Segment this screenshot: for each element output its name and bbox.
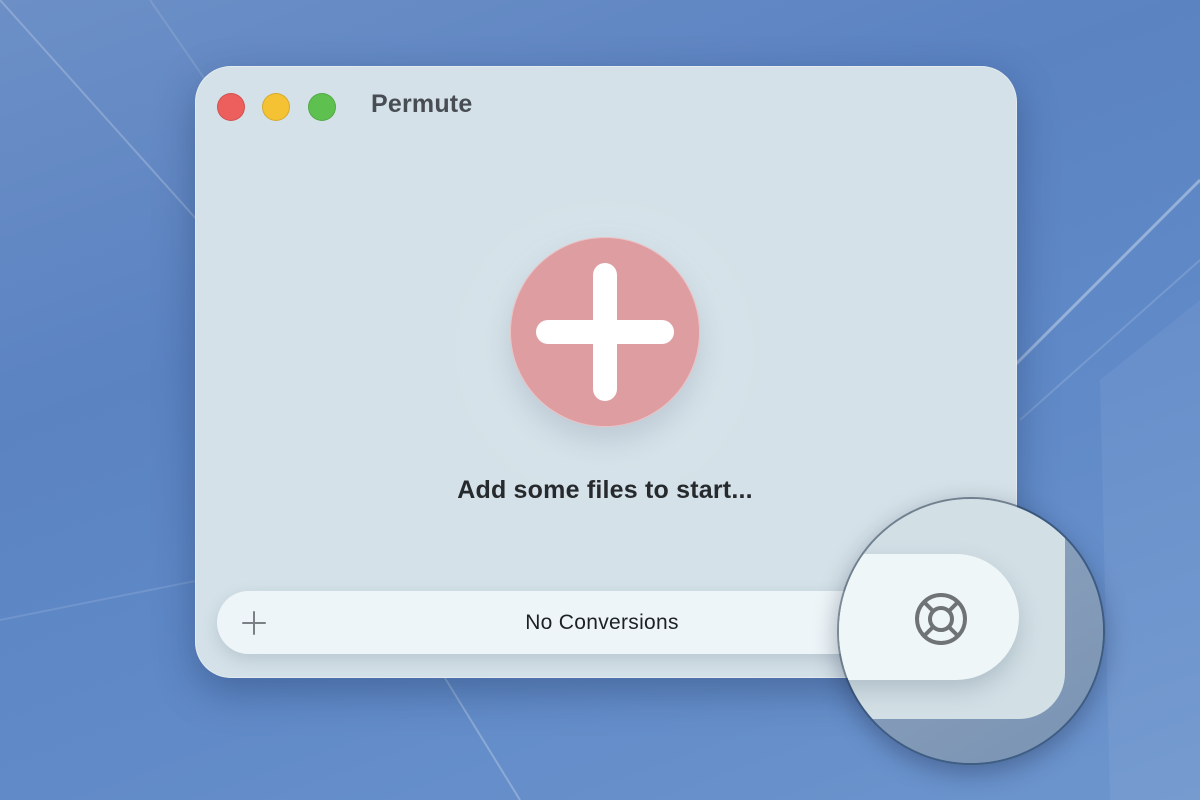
window-title: Permute [371,90,473,118]
close-button[interactable] [217,93,245,121]
minimize-button[interactable] [262,93,290,121]
add-files-button[interactable] [510,237,700,427]
maximize-button[interactable] [308,93,336,121]
magnifier-callout [837,497,1105,765]
help-button[interactable] [913,591,969,647]
lifebuoy-icon [915,593,967,645]
title-bar: Permute [195,66,1017,146]
plus-icon [536,263,674,401]
